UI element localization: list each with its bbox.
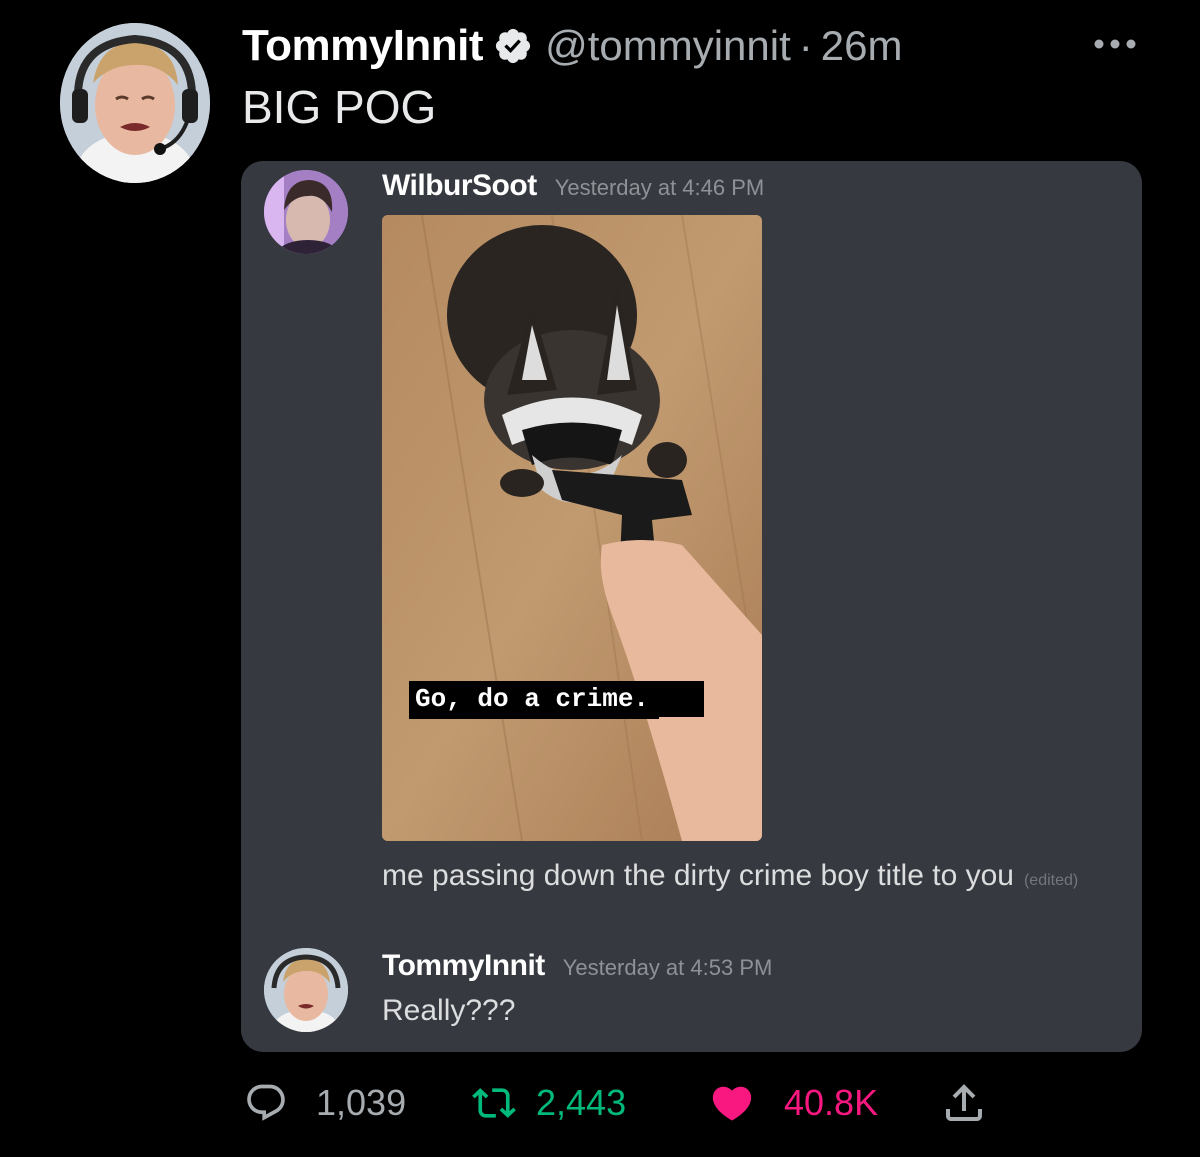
discord-screenshot-card[interactable]: WilburSoot Yesterday at 4:46 PM Go, do a… (241, 161, 1142, 1052)
like-count: 40.8K (784, 1082, 879, 1123)
reply-icon (247, 1084, 285, 1121)
tweet-header: TommyInnit @tommyinnit · 26m (242, 18, 902, 74)
edited-label: (edited) (1023, 872, 1079, 889)
message-header: WilburSoot Yesterday at 4:46 PM (382, 169, 764, 203)
more-options-icon[interactable] (1092, 34, 1138, 54)
reply-count: 1,039 (316, 1082, 407, 1123)
author-handle[interactable]: @tommyinnit (545, 22, 791, 70)
share-icon (946, 1084, 982, 1121)
verified-badge-icon (493, 26, 533, 66)
author-name[interactable]: TommyInnit (242, 21, 484, 71)
share-button[interactable] (940, 1078, 988, 1128)
image-caption: Go, do a crime. (409, 681, 660, 719)
separator-dot: · (798, 22, 813, 69)
like-button[interactable]: 40.8K (708, 1078, 878, 1128)
tommyinnit-discord-avatar (264, 948, 348, 1032)
tweet: TommyInnit @tommyinnit · 26m BIG POG Wil… (0, 0, 1200, 1157)
message-header: TommyInnit Yesterday at 4:53 PM (382, 949, 772, 983)
heart-icon (712, 1086, 752, 1121)
reply-button[interactable]: 1,039 (244, 1078, 406, 1128)
tweet-actions: 1,039 2,443 40.8K (0, 1078, 1200, 1128)
message-timestamp: Yesterday at 4:53 PM (562, 955, 773, 980)
retweet-button[interactable]: 2,443 (472, 1078, 626, 1128)
retweet-icon (472, 1088, 516, 1118)
reply-message-text: Really??? (382, 994, 516, 1027)
message-text: me passing down the dirty crime boy titl… (382, 859, 1078, 893)
tweet-timestamp[interactable]: 26m (821, 22, 903, 70)
message-username[interactable]: TommyInnit (382, 949, 545, 983)
message-username[interactable]: WilburSoot (382, 169, 537, 203)
message-timestamp: Yesterday at 4:46 PM (554, 175, 765, 200)
tweet-text: BIG POG (242, 81, 437, 133)
wilbursoot-avatar (264, 170, 348, 254)
message-body: me passing down the dirty crime boy titl… (382, 859, 1014, 892)
raccoon-meme-image[interactable]: Go, do a crime. (382, 215, 762, 841)
retweet-count: 2,443 (536, 1082, 627, 1123)
tommyinnit-avatar[interactable] (60, 23, 210, 183)
